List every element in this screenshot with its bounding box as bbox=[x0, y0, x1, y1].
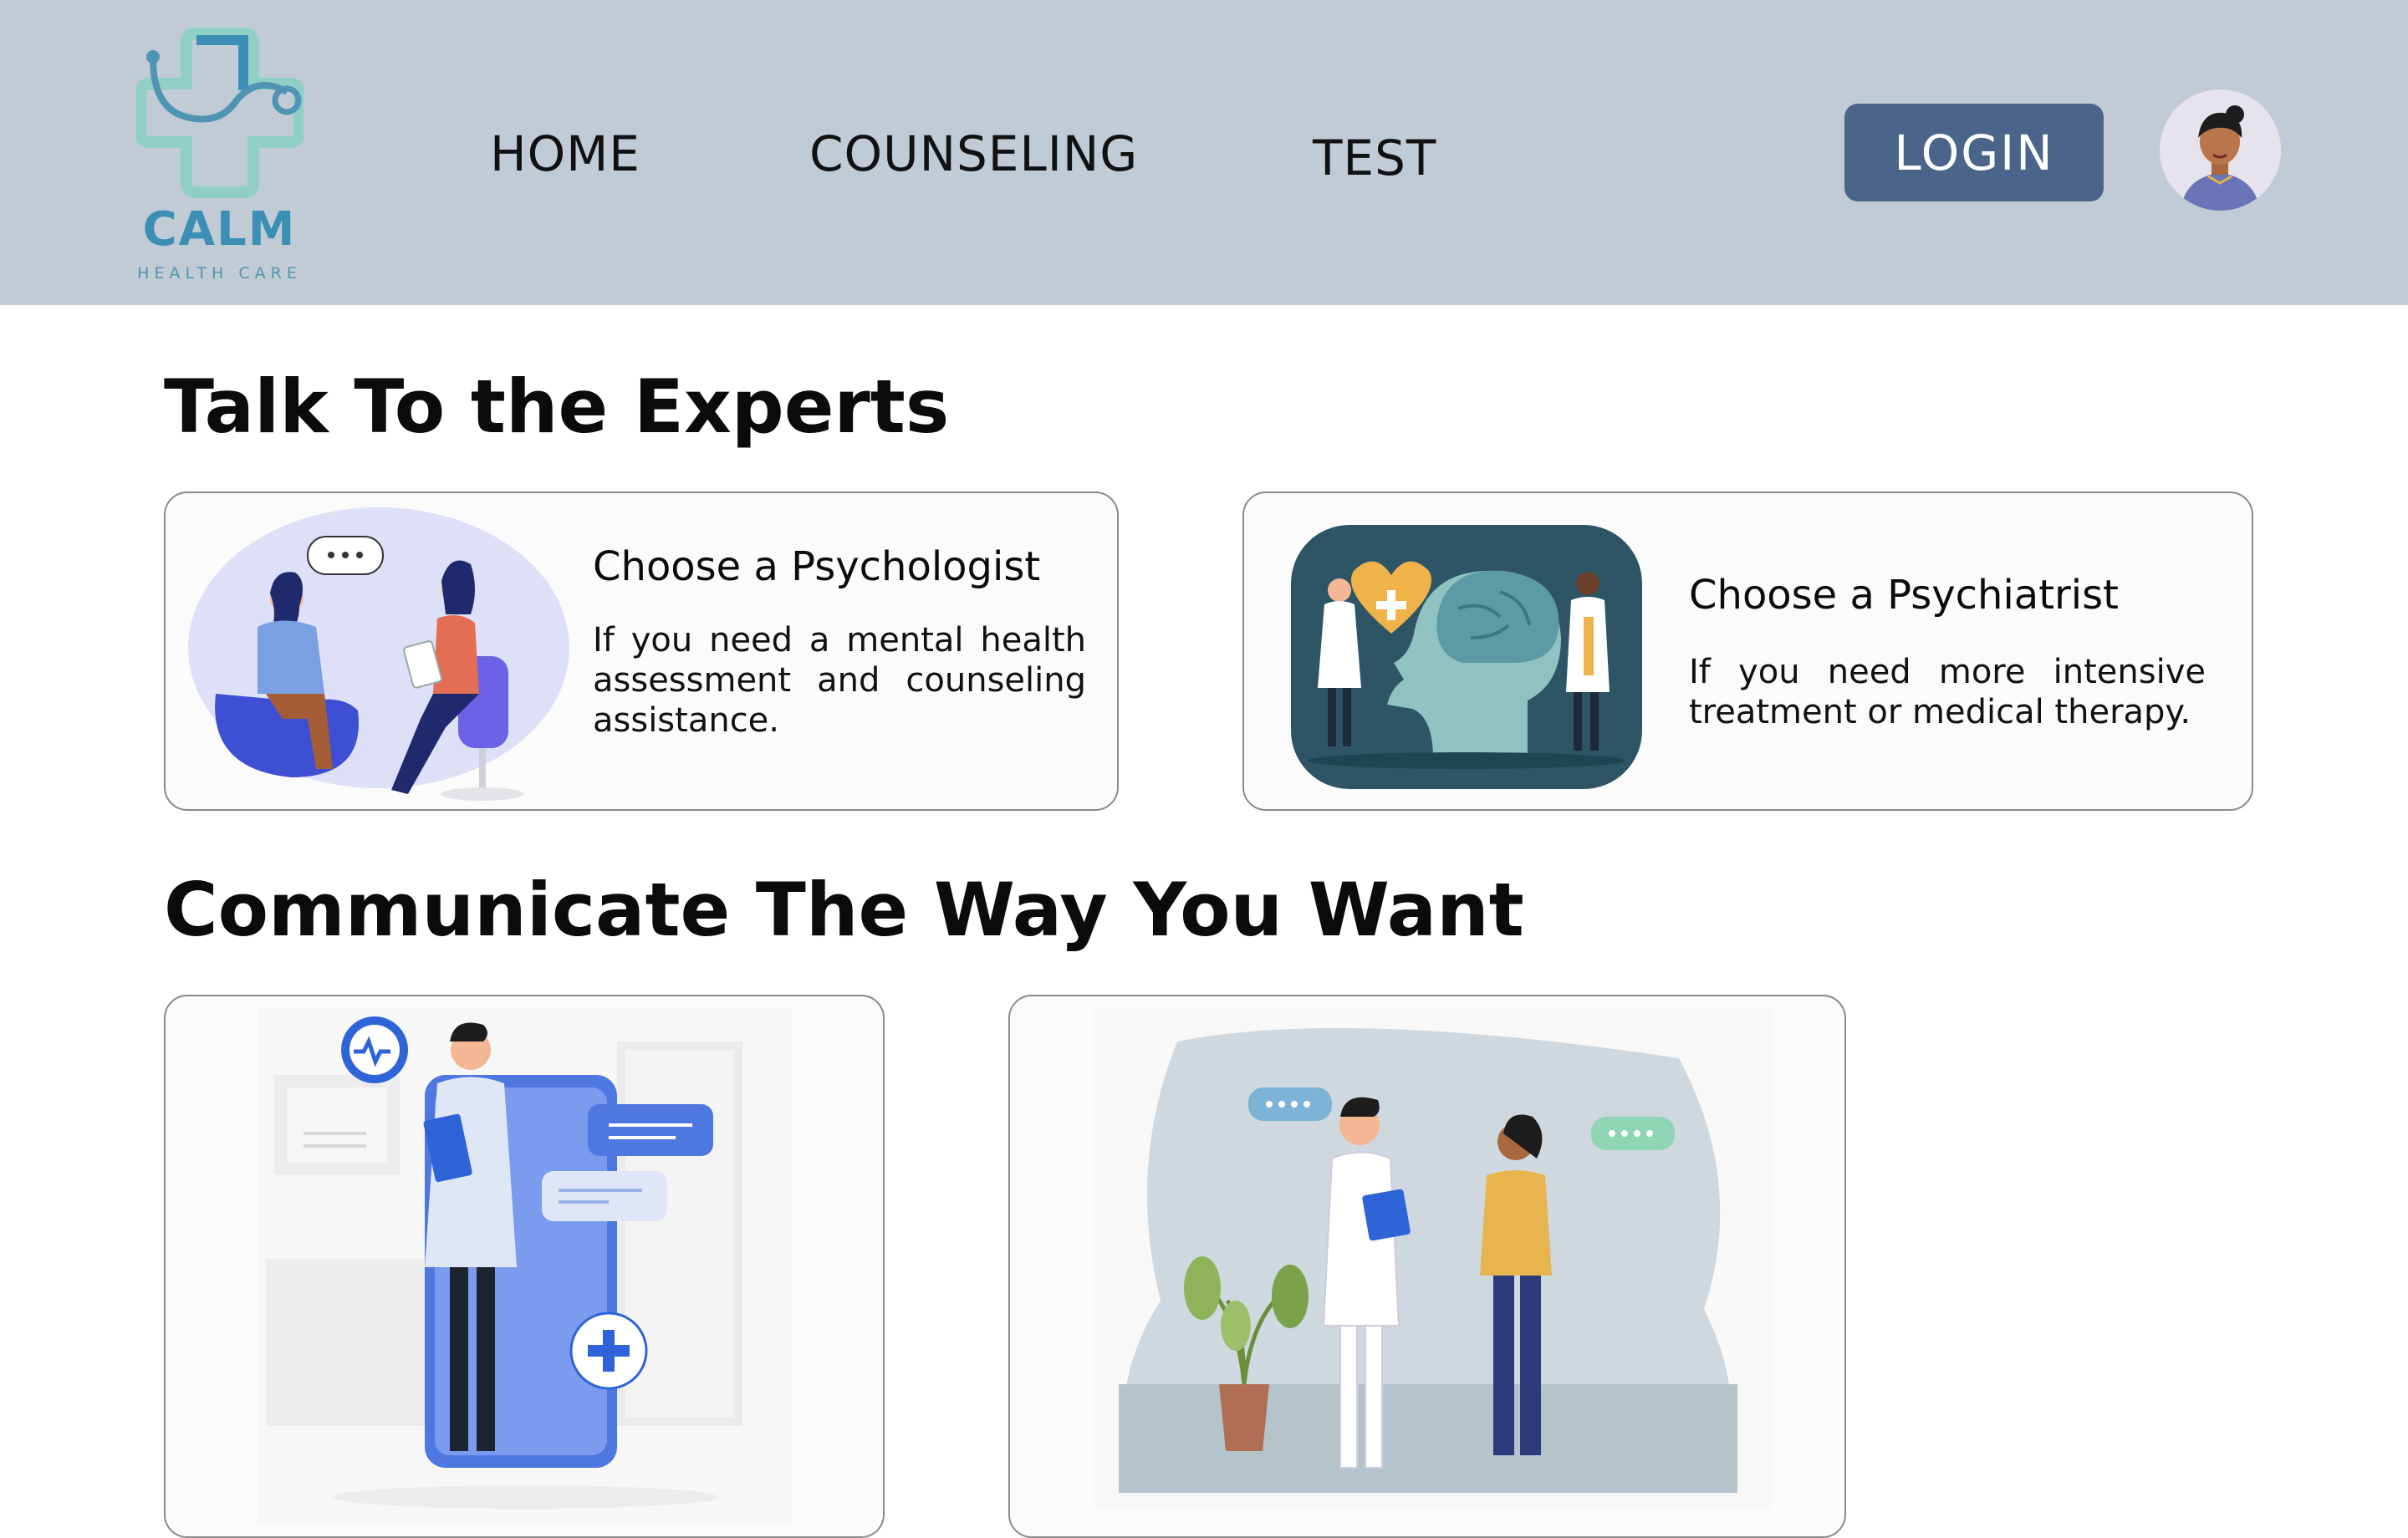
video-consult-card[interactable] bbox=[1008, 995, 1846, 1538]
login-button[interactable]: LOGIN bbox=[1844, 104, 2104, 201]
nav-home[interactable]: HOME bbox=[490, 125, 640, 182]
section-title-experts: Talk To the Experts bbox=[164, 364, 950, 450]
mental-health-brain-illustration bbox=[1291, 525, 1642, 789]
in-person-consultation-illustration bbox=[1094, 1008, 1771, 1510]
psychologist-card-description: If you need a mental health assessment a… bbox=[593, 621, 1086, 740]
section-title-communicate: Communicate The Way You Want bbox=[164, 867, 1524, 953]
logo-subtitle: HEALTH CARE bbox=[137, 264, 302, 283]
nav-counseling[interactable]: COUNSELING bbox=[809, 125, 1138, 182]
psychiatrist-card-title: Choose a Psychiatrist bbox=[1689, 572, 2119, 619]
calm-logo[interactable]: CALM HEALTH CARE bbox=[130, 25, 309, 284]
top-navbar: CALM HEALTH CARE HOME COUNSELING TEST LO… bbox=[0, 0, 2408, 305]
chat-option-card[interactable] bbox=[164, 995, 885, 1538]
logo-name: CALM bbox=[142, 202, 297, 257]
medical-cross-stethoscope-icon bbox=[136, 28, 304, 198]
psychiatrist-card[interactable]: Choose a Psychiatrist If you need more i… bbox=[1242, 491, 2253, 811]
online-chat-doctor-illustration bbox=[258, 1008, 793, 1526]
user-avatar-icon bbox=[2160, 89, 2281, 211]
counseling-session-illustration bbox=[188, 507, 569, 801]
psychologist-card-title: Choose a Psychologist bbox=[593, 543, 1041, 590]
user-avatar[interactable] bbox=[2160, 89, 2281, 211]
nav-test[interactable]: TEST bbox=[1313, 130, 1436, 186]
psychiatrist-card-description: If you need more intensive treatment or … bbox=[1689, 653, 2206, 731]
psychologist-card[interactable]: Choose a Psychologist If you need a ment… bbox=[164, 491, 1119, 811]
